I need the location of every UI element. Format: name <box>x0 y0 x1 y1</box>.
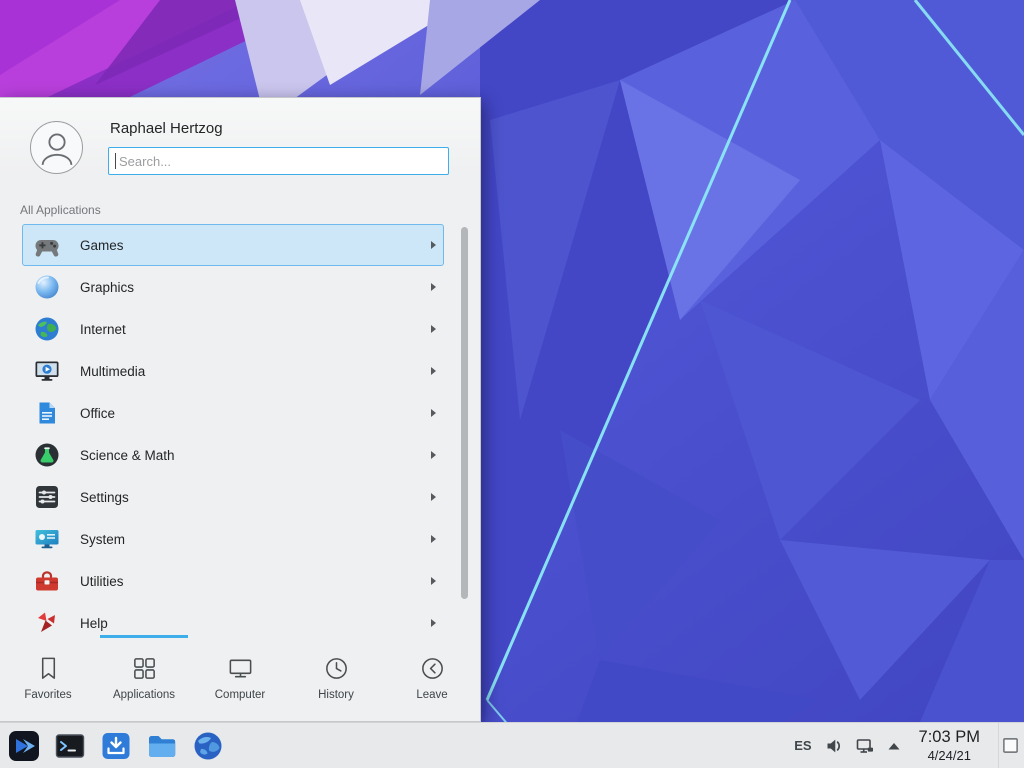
bookmark-icon <box>35 655 62 682</box>
software-button[interactable] <box>99 729 132 762</box>
app-menu-button[interactable] <box>7 729 40 762</box>
launcher-header: Raphael Hertzog <box>0 98 480 186</box>
category-multimedia[interactable]: Multimedia <box>22 350 444 392</box>
taskbar-launchers <box>0 729 224 762</box>
user-avatar[interactable] <box>30 121 83 174</box>
flask-icon <box>34 442 60 468</box>
category-label: Office <box>80 406 431 421</box>
history-clock-icon <box>323 655 350 682</box>
expand-tray-icon[interactable] <box>887 741 901 751</box>
category-office[interactable]: Office <box>22 392 444 434</box>
category-list: Games Graphics <box>0 221 480 635</box>
user-icon <box>35 126 79 170</box>
application-launcher: Raphael Hertzog All Applications <box>0 97 481 722</box>
help-icon <box>34 610 60 635</box>
file-manager-button[interactable] <box>145 729 178 762</box>
category-label: Games <box>80 238 431 253</box>
launcher-header-right: Raphael Hertzog <box>108 110 449 186</box>
category-label: Settings <box>80 490 431 505</box>
volume-icon[interactable] <box>825 737 843 755</box>
chevron-right-icon <box>431 451 436 459</box>
media-screen-icon <box>34 358 60 384</box>
chevron-right-icon <box>431 367 436 375</box>
scrollbar[interactable] <box>461 227 468 599</box>
clock[interactable]: 7:03 PM 4/24/21 <box>914 728 985 763</box>
category-label: Science & Math <box>80 448 431 463</box>
leave-icon <box>419 655 446 682</box>
tab-favorites[interactable]: Favorites <box>0 635 96 721</box>
software-icon <box>100 730 132 762</box>
section-label: All Applications <box>0 186 480 221</box>
category-science-math[interactable]: Science & Math <box>22 434 444 476</box>
search-input[interactable] <box>108 147 449 175</box>
launcher-tabbar: Favorites Applications <box>0 635 480 721</box>
system-tray: ES 7:03 PM 4/24/21 <box>794 723 1024 768</box>
clock-date: 4/24/21 <box>919 748 980 763</box>
sliders-icon <box>34 484 60 510</box>
show-desktop-icon <box>1002 737 1019 754</box>
user-name: Raphael Hertzog <box>110 120 449 137</box>
desktop: Raphael Hertzog All Applications <box>0 0 1024 768</box>
category-system[interactable]: System <box>22 518 444 560</box>
network-icon[interactable] <box>856 737 874 755</box>
gamepad-icon <box>34 232 60 258</box>
category-label: Multimedia <box>80 364 431 379</box>
tab-label: Computer <box>215 689 266 701</box>
chevron-right-icon <box>431 325 436 333</box>
clock-time: 7:03 PM <box>919 728 980 747</box>
tab-label: Favorites <box>24 689 71 701</box>
globe-icon <box>34 316 60 342</box>
category-games[interactable]: Games <box>22 224 444 266</box>
tab-label: Applications <box>113 689 175 701</box>
globe-browser-icon <box>192 730 224 762</box>
category-label: Help <box>80 616 431 631</box>
category-help[interactable]: Help <box>22 602 444 635</box>
chevron-right-icon <box>431 283 436 291</box>
chevron-right-icon <box>431 619 436 627</box>
tab-label: History <box>318 689 354 701</box>
computer-icon <box>227 655 254 682</box>
graphics-sphere-icon <box>34 274 60 300</box>
category-internet[interactable]: Internet <box>22 308 444 350</box>
toolbox-icon <box>34 568 60 594</box>
category-label: Utilities <box>80 574 431 589</box>
tab-applications[interactable]: Applications <box>96 635 192 721</box>
text-caret <box>115 153 116 169</box>
keyboard-layout-indicator[interactable]: ES <box>794 738 811 753</box>
taskbar: ES 7:03 PM 4/24/21 <box>0 722 1024 768</box>
system-monitor-icon <box>34 526 60 552</box>
tab-history[interactable]: History <box>288 635 384 721</box>
tab-computer[interactable]: Computer <box>192 635 288 721</box>
apps-grid-icon <box>131 655 158 682</box>
document-icon <box>34 400 60 426</box>
category-utilities[interactable]: Utilities <box>22 560 444 602</box>
category-label: Graphics <box>80 280 431 295</box>
chevron-right-icon <box>431 577 436 585</box>
active-tab-indicator <box>100 635 188 638</box>
search-field <box>108 147 449 175</box>
tab-label: Leave <box>416 689 447 701</box>
category-graphics[interactable]: Graphics <box>22 266 444 308</box>
chevron-right-icon <box>431 241 436 249</box>
category-label: System <box>80 532 431 547</box>
chevron-right-icon <box>431 409 436 417</box>
folder-icon <box>146 730 178 762</box>
chevron-right-icon <box>431 493 436 501</box>
browser-button[interactable] <box>191 729 224 762</box>
terminal-button[interactable] <box>53 729 86 762</box>
kali-menu-icon <box>8 730 40 762</box>
show-desktop-button[interactable] <box>998 723 1022 768</box>
category-settings[interactable]: Settings <box>22 476 444 518</box>
terminal-icon <box>54 730 86 762</box>
category-label: Internet <box>80 322 431 337</box>
chevron-right-icon <box>431 535 436 543</box>
tab-leave[interactable]: Leave <box>384 635 480 721</box>
